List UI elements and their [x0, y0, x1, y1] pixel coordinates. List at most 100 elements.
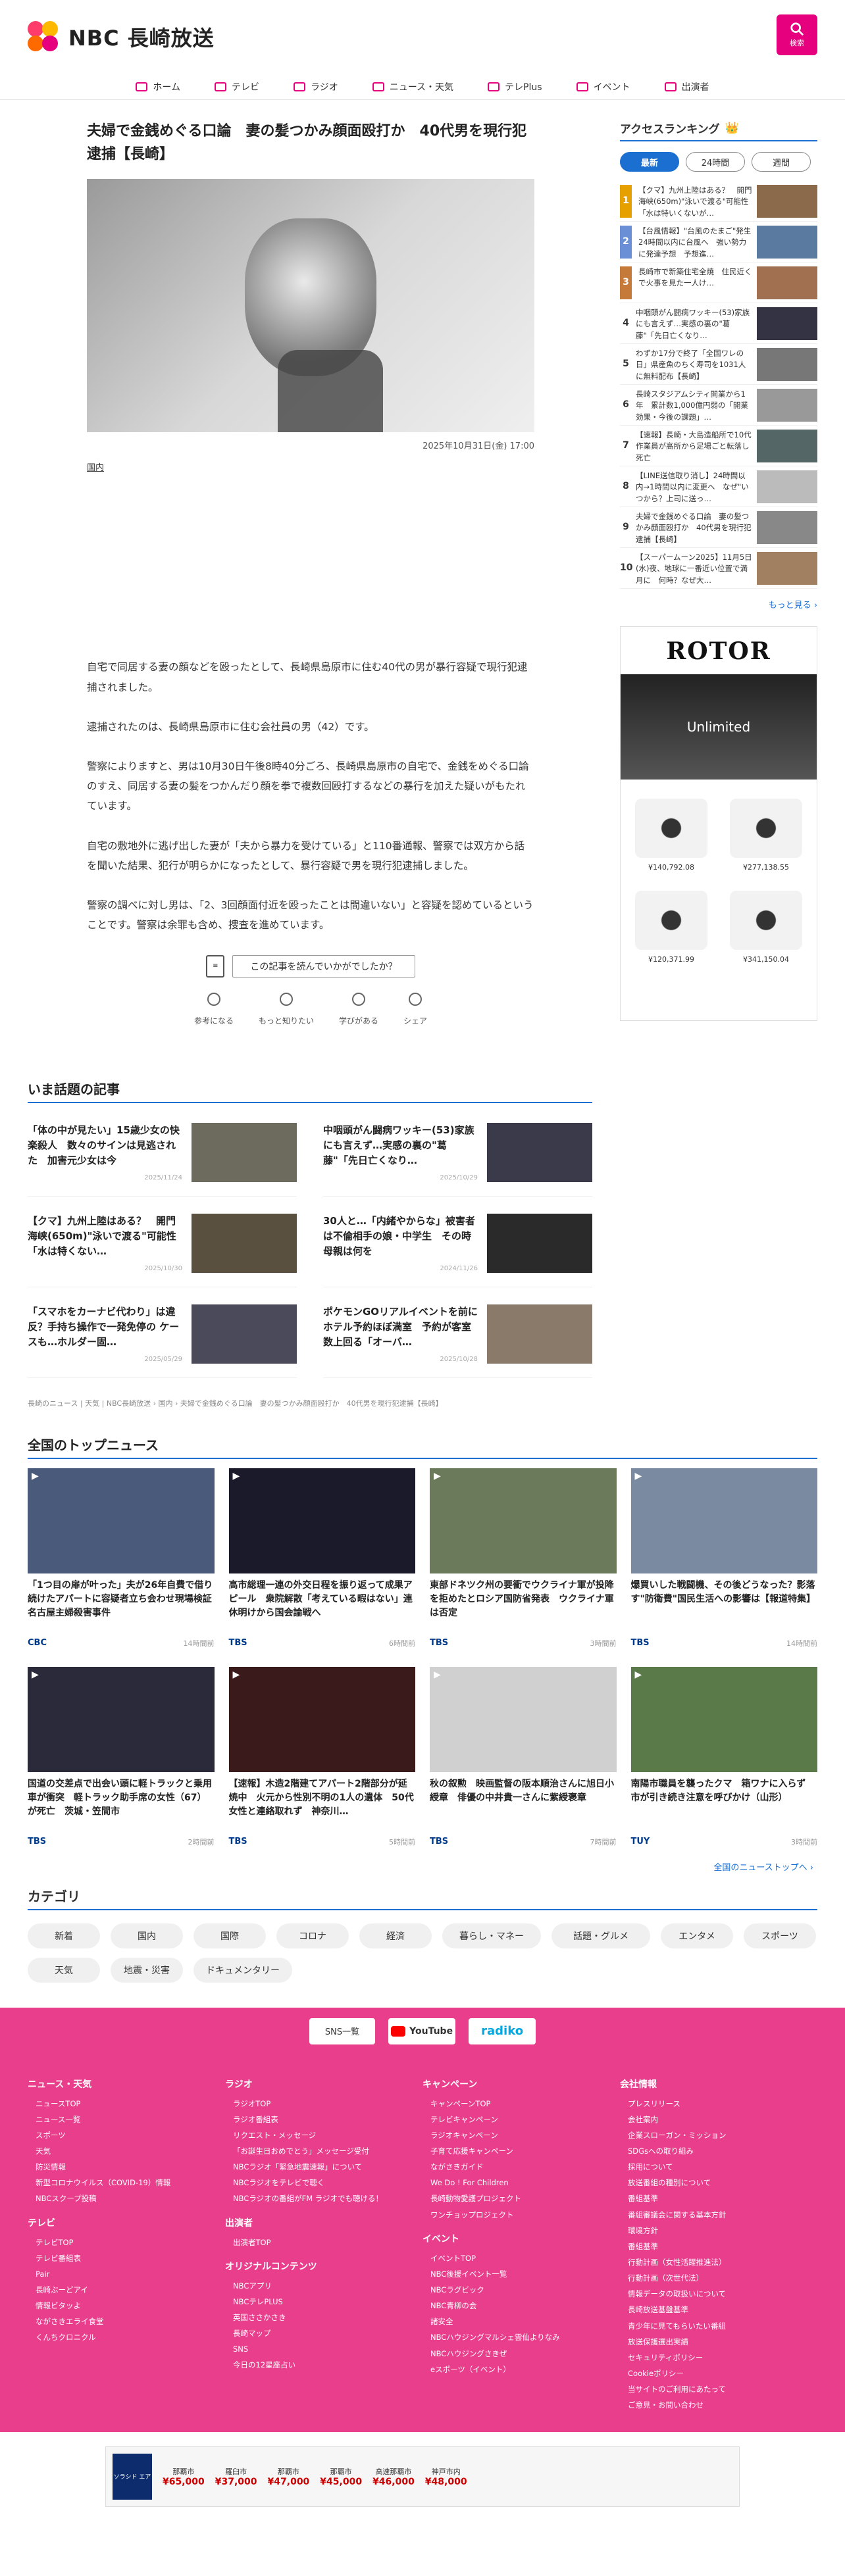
- category-chip[interactable]: 地震・災害: [111, 1957, 183, 1983]
- category-chip[interactable]: 新着: [28, 1923, 100, 1948]
- ranking-item[interactable]: 1 【クマ】九州上陸はある？ 開門海峡(650m)"泳いで渡る"可能性「水は特いく…: [620, 181, 817, 222]
- footer-link[interactable]: NBCアプリ: [233, 2278, 423, 2294]
- footer-link[interactable]: 番組基準: [628, 2191, 817, 2206]
- footer-link[interactable]: NBCラジオをテレビで聴く: [233, 2175, 423, 2191]
- national-news-card[interactable]: ▶ 「1つ目の扉が叶った」夫が26年自費で借り続けたアパートに容疑者立ち会わせ現場…: [28, 1468, 215, 1652]
- footer-link[interactable]: 青少年に見てもらいたい番組: [628, 2318, 817, 2334]
- radiko-button[interactable]: radiko: [469, 2018, 536, 2044]
- footer-link[interactable]: 行動計画（次世代法）: [628, 2270, 817, 2286]
- nav-item-4[interactable]: テレPlus: [471, 74, 559, 99]
- ad-product[interactable]: ¥120,371.99: [627, 878, 715, 964]
- nav-item-1[interactable]: テレビ: [197, 74, 276, 99]
- footer-link[interactable]: 採用について: [628, 2159, 817, 2175]
- footer-link[interactable]: 出演者TOP: [233, 2235, 423, 2250]
- footer-link[interactable]: eスポーツ（イベント）: [430, 2362, 620, 2377]
- footer-link[interactable]: Pair: [36, 2266, 225, 2282]
- article-category-link[interactable]: 国内: [87, 460, 534, 473]
- footer-link[interactable]: SDGsへの取り組み: [628, 2143, 817, 2159]
- national-news-card[interactable]: ▶ 南陽市職員を襲ったクマ 箱ワナに入らず 市が引き続き注意を呼びかけ（山形） TU…: [630, 1666, 817, 1851]
- footer-link[interactable]: リクエスト・メッセージ: [233, 2127, 423, 2143]
- category-chip[interactable]: ドキュメンタリー: [193, 1957, 292, 1983]
- feedback-button-0[interactable]: 参考になる: [194, 991, 234, 1026]
- footer-link[interactable]: NBCハウジングさきぜ: [430, 2346, 620, 2362]
- footer-link[interactable]: ラジオ番組表: [233, 2112, 423, 2127]
- footer-link[interactable]: 長崎マップ: [233, 2325, 423, 2341]
- nav-item-2[interactable]: ラジオ: [276, 74, 355, 99]
- trending-article[interactable]: ポケモンGOリアルイベントを前にホテル予約ほぼ満室 予約が客室数上回る「オーバ……: [323, 1304, 592, 1378]
- footer-link[interactable]: イベントTOP: [430, 2250, 620, 2266]
- footer-link[interactable]: 情報データの取扱いについて: [628, 2286, 817, 2302]
- footer-heading[interactable]: イベント: [423, 2232, 620, 2245]
- footer-link[interactable]: 番組審議会に関する基本方針: [628, 2207, 817, 2223]
- footer-link[interactable]: ニュース一覧: [36, 2112, 225, 2127]
- category-chip[interactable]: 天気: [28, 1957, 100, 1983]
- ranking-tab-2[interactable]: 週間: [752, 152, 811, 172]
- ad-product[interactable]: ¥277,138.55: [722, 786, 810, 872]
- ranking-item[interactable]: 3 長崎市で新築住宅全焼 住民近くで火事を見た一人け…: [620, 262, 817, 303]
- footer-link[interactable]: くんちクロニクル: [36, 2329, 225, 2345]
- ranking-item[interactable]: 6 長崎スタジアムシティ開業から1年 累計数1,000億円弱の「開業効果・今後の課…: [620, 385, 817, 426]
- category-chip[interactable]: 暮らし・マネー: [442, 1923, 541, 1948]
- footer-link[interactable]: 当サイトのご利用にあたって: [628, 2381, 817, 2397]
- footer-heading[interactable]: キャンペーン: [423, 2077, 620, 2091]
- category-chip[interactable]: 国内: [111, 1923, 183, 1948]
- footer-link[interactable]: 企業スローガン・ミッション: [628, 2127, 817, 2143]
- footer-link[interactable]: 長崎動物愛護プロジェクト: [430, 2191, 620, 2206]
- ranking-item[interactable]: 10 【スーパームーン2025】11月5日(水)夜、地球に一番近い位置で満月に 何…: [620, 548, 817, 589]
- footer-link[interactable]: NBC後援イベント一覧: [430, 2266, 620, 2282]
- footer-link[interactable]: テレビ番組表: [36, 2250, 225, 2266]
- footer-link[interactable]: ご意見・お問い合わせ: [628, 2397, 817, 2413]
- ranking-more-link[interactable]: もっと見る ›: [620, 598, 817, 610]
- footer-link[interactable]: 天気: [36, 2143, 225, 2159]
- trending-article[interactable]: 【クマ】九州上陸はある？ 開門海峡(650m)"泳いで渡る"可能性「水は特くない…: [28, 1213, 297, 1287]
- ranking-item[interactable]: 8 【LINE送信取り消し】24時間以内→1時間以内に変更へ なぜ"いつから？上司…: [620, 466, 817, 507]
- trending-article[interactable]: 30人と…「内緒やからな」被害者は不倫相手の娘・中学生 その時母親は何を 2024…: [323, 1213, 592, 1287]
- national-news-card[interactable]: ▶ 東部ドネツク州の要衝でウクライナ軍が投降を拒めたとロシア国防省発表 ウクライナ…: [430, 1468, 617, 1652]
- feedback-button-2[interactable]: 学びがある: [339, 991, 378, 1026]
- footer-link[interactable]: NBCハウジングマルシェ雲仙よりなみ: [430, 2329, 620, 2345]
- ad-product[interactable]: ¥140,792.08: [627, 786, 715, 872]
- trending-article[interactable]: 「体の中が見たい」15歳少女の快楽殺人 数々のサインは見逃された 加害元少女は今…: [28, 1122, 297, 1197]
- nav-item-0[interactable]: ホーム: [118, 74, 197, 99]
- category-chip[interactable]: スポーツ: [744, 1923, 816, 1948]
- footer-heading[interactable]: 会社情報: [620, 2077, 817, 2091]
- footer-link[interactable]: 情報ビタッよ: [36, 2298, 225, 2314]
- ad-product[interactable]: ¥341,150.04: [722, 878, 810, 964]
- ranking-item[interactable]: 9 夫婦で金銭めぐる口論 妻の髪つかみ顔面殴打か 40代男を現行犯逮捕【長崎】: [620, 507, 817, 548]
- ranking-item[interactable]: 2 【台風情報】"台風のたまご"発生 24時間以内に台風へ 強い勢力に発達予想 予…: [620, 222, 817, 262]
- footer-link[interactable]: セキュリティポリシー: [628, 2350, 817, 2365]
- footer-link[interactable]: 長崎ぶーどアイ: [36, 2282, 225, 2298]
- youtube-button[interactable]: YouTube: [388, 2018, 456, 2044]
- footer-heading[interactable]: テレビ: [28, 2216, 225, 2229]
- footer-heading[interactable]: ラジオ: [225, 2077, 423, 2091]
- nav-item-3[interactable]: ニュース・天気: [355, 74, 471, 99]
- footer-link[interactable]: 諸安全: [430, 2314, 620, 2329]
- national-news-card[interactable]: ▶ 秋の叙勲 映画監督の阪本順治さんに旭日小綬章 俳優の中井貴一さんに紫綬褒章 TB…: [430, 1666, 617, 1851]
- footer-link[interactable]: テレビTOP: [36, 2235, 225, 2250]
- footer-heading[interactable]: ニュース・天気: [28, 2077, 225, 2091]
- site-logo[interactable]: NBC 長崎放送: [28, 21, 215, 53]
- footer-link[interactable]: 子育て応援キャンペーン: [430, 2143, 620, 2159]
- national-news-more-link[interactable]: 全国のニューストップへ ›: [28, 1860, 817, 1873]
- footer-link[interactable]: NBCラジオの番組がFM ラジオでも聴ける！: [233, 2191, 423, 2206]
- footer-link[interactable]: ラジオTOP: [233, 2096, 423, 2112]
- footer-link[interactable]: NBCテレPLUS: [233, 2294, 423, 2310]
- ranking-item[interactable]: 5 わずか17分で終了「全国ワレの日」県産魚のちく寿司を1031人に無料配布【長崎…: [620, 344, 817, 385]
- footer-link[interactable]: プレスリリース: [628, 2096, 817, 2112]
- ranking-item[interactable]: 4 中咽頭がん闘病ワッキー(53)家族にも言えず…実感の裏の"葛藤"「先日亡くなり…: [620, 303, 817, 344]
- footer-link[interactable]: 行動計画（女性活躍推進法）: [628, 2254, 817, 2270]
- footer-link[interactable]: 会社案内: [628, 2112, 817, 2127]
- ranking-item[interactable]: 7 【速報】長崎・大島造船所で10代作業員が高所から足場ごと転落し死亡: [620, 426, 817, 466]
- footer-link[interactable]: NBCラグビック: [430, 2282, 620, 2298]
- feedback-button-3[interactable]: シェア: [403, 991, 427, 1026]
- search-button[interactable]: 検索: [777, 14, 817, 55]
- footer-link[interactable]: 放送保護選出実績: [628, 2334, 817, 2350]
- footer-link[interactable]: 英国ささかさき: [233, 2310, 423, 2325]
- footer-link[interactable]: 防災情報: [36, 2159, 225, 2175]
- footer-link[interactable]: 長崎放送基盤基準: [628, 2302, 817, 2317]
- category-chip[interactable]: 経済: [359, 1923, 432, 1948]
- footer-link[interactable]: ながさきエライ食堂: [36, 2314, 225, 2329]
- footer-link[interactable]: 放送番組の種別について: [628, 2175, 817, 2191]
- footer-heading[interactable]: 出演者: [225, 2216, 423, 2229]
- trending-article[interactable]: 中咽頭がん闘病ワッキー(53)家族にも言えず…実感の裏の"葛藤"「先日亡くなり……: [323, 1122, 592, 1197]
